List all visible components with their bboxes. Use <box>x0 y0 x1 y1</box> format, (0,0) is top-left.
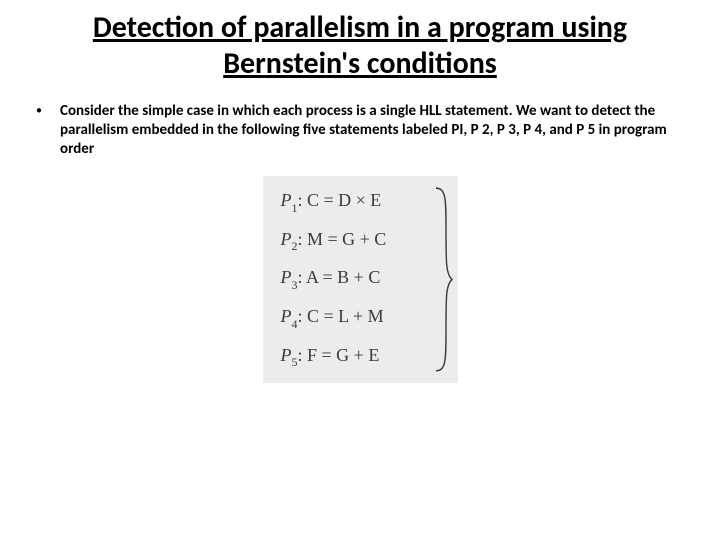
equation-p4: P4: C = L + M <box>281 306 450 331</box>
curly-brace-icon <box>432 186 454 373</box>
bullet-row: • Consider the simple case in which each… <box>0 82 720 158</box>
page-title: Detection of parallelism in a program us… <box>0 0 720 82</box>
equation-p2: P2: M = G + C <box>281 229 450 254</box>
equation-list: P1: C = D × E P2: M = G + C P3: A = B + … <box>281 190 450 369</box>
equation-p5: P5: F = G + E <box>281 345 450 370</box>
equations-container: P1: C = D × E P2: M = G + C P3: A = B + … <box>0 176 720 383</box>
equations-box: P1: C = D × E P2: M = G + C P3: A = B + … <box>263 176 458 383</box>
body-text: Consider the simple case in which each p… <box>60 102 684 158</box>
bullet-icon: • <box>36 102 60 118</box>
equation-p3: P3: A = B + C <box>281 267 450 292</box>
equation-p1: P1: C = D × E <box>281 190 450 215</box>
